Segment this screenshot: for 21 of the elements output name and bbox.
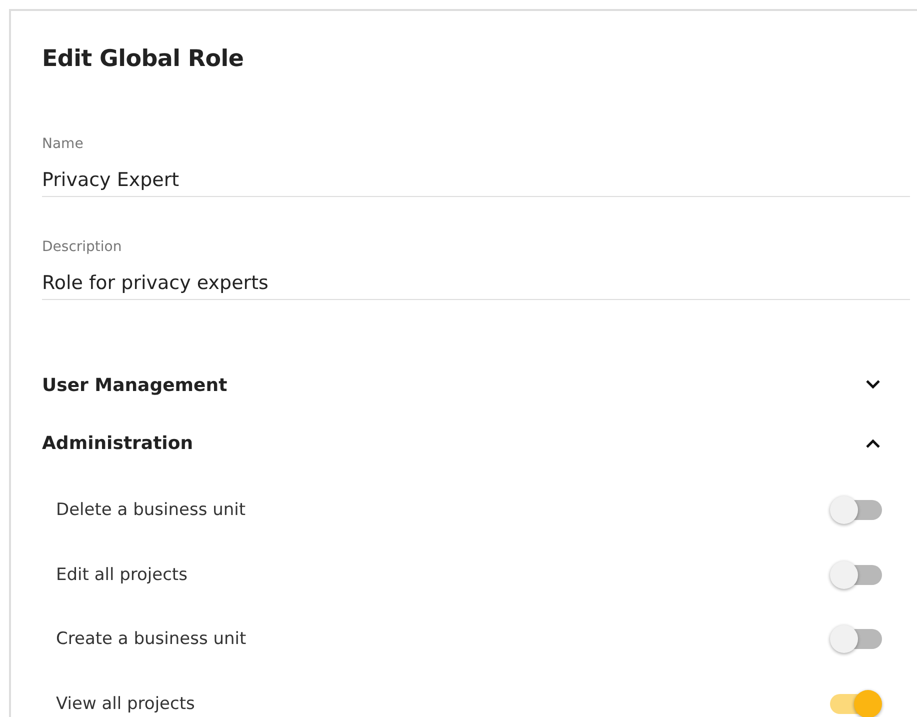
- field-label: Description: [42, 239, 123, 255]
- chevron-down-icon[interactable]: [865, 380, 881, 390]
- section-header[interactable]: Administration: [42, 414, 910, 472]
- permission-label: Create a business unit: [56, 629, 246, 650]
- permission-label: Delete a business unit: [56, 500, 246, 520]
- text-field[interactable]: Name Privacy Expert: [42, 136, 910, 197]
- section-header[interactable]: User Management: [42, 356, 910, 414]
- field-input[interactable]: Privacy Expert: [42, 169, 910, 191]
- permission-label: Edit all projects: [56, 564, 188, 585]
- section-title: Administration: [42, 432, 194, 454]
- dialog-title: Edit Global Role: [42, 46, 245, 72]
- toggle-switch[interactable]: [830, 690, 882, 717]
- field-input[interactable]: Role for privacy experts: [42, 272, 910, 294]
- text-field[interactable]: Description Role for privacy experts: [42, 239, 910, 300]
- chevron-up-icon[interactable]: [865, 438, 881, 448]
- permission-label: View all projects: [56, 694, 195, 714]
- toggle-switch[interactable]: [830, 496, 882, 524]
- section-title: User Management: [42, 374, 228, 396]
- toggle-switch[interactable]: [830, 560, 882, 589]
- toggle-switch[interactable]: [830, 625, 882, 654]
- field-label: Name: [42, 136, 84, 152]
